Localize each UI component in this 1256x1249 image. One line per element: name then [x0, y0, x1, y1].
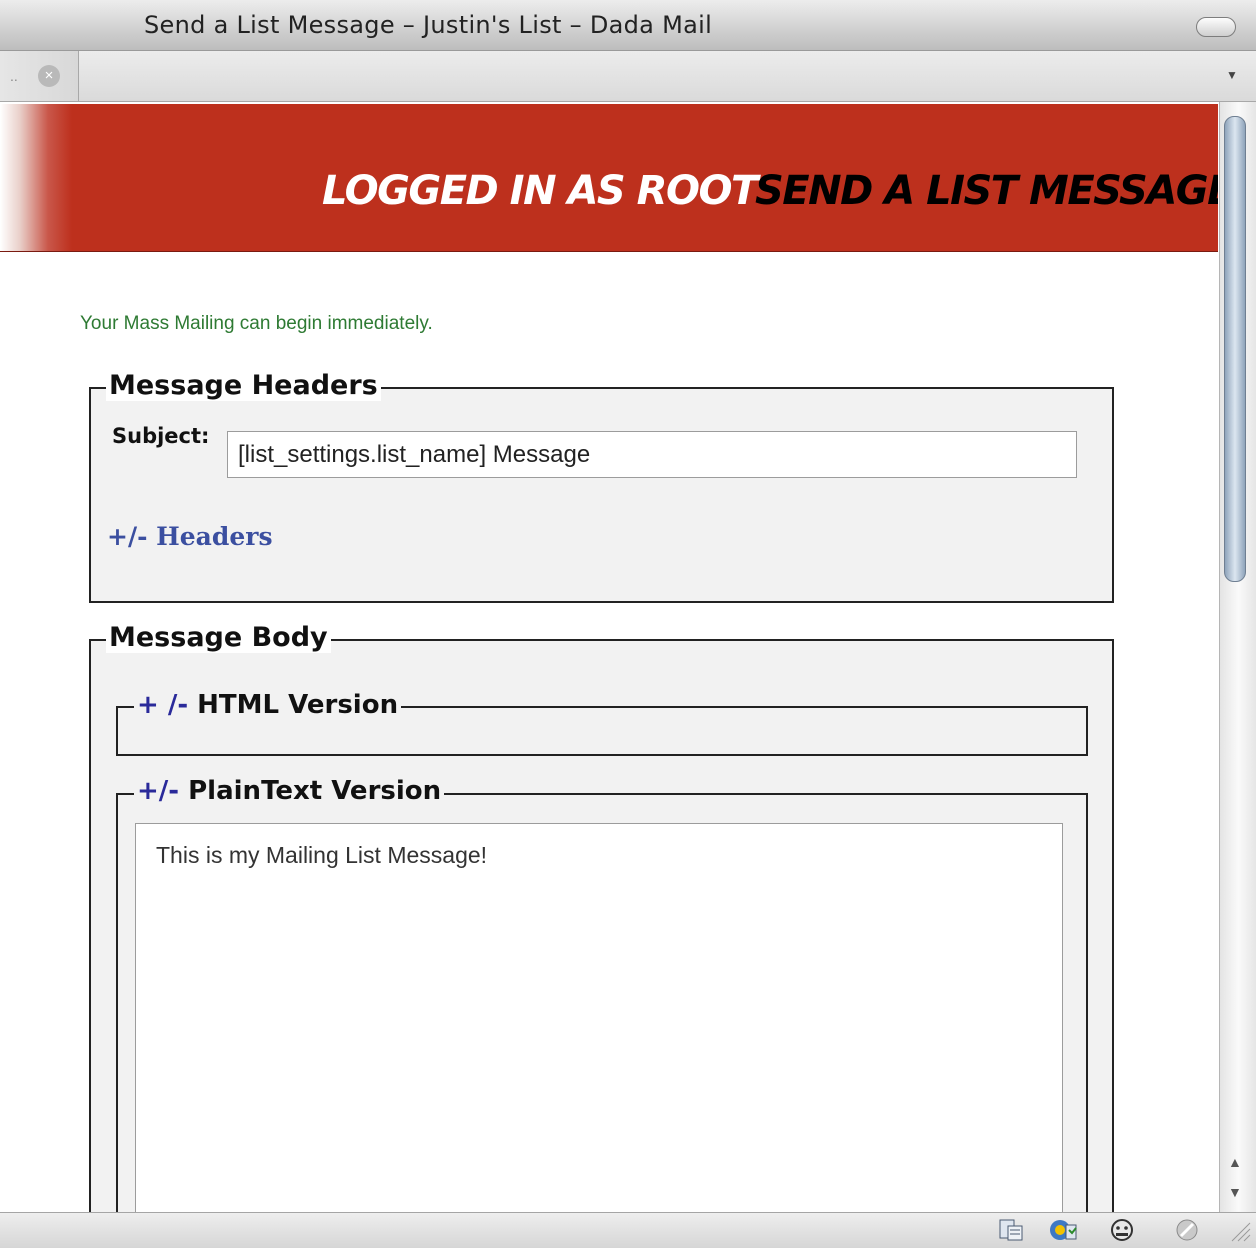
- html-version-legend: + /- HTML Version: [134, 690, 402, 720]
- subject-label: Subject:: [112, 424, 210, 448]
- plaintext-version-toggle[interactable]: +/-: [137, 776, 179, 806]
- window-title-bar: Send a List Message – Justin's List – Da…: [0, 0, 1256, 51]
- html-version-label: HTML Version: [188, 690, 399, 720]
- plaintext-body-textarea[interactable]: This is my Mailing List Message!: [135, 823, 1063, 1212]
- browser-tab[interactable]: .. ×: [0, 51, 79, 101]
- page-icon[interactable]: [997, 1217, 1025, 1243]
- face-icon[interactable]: [1108, 1217, 1136, 1243]
- message-headers-fieldset: [89, 387, 1114, 603]
- status-bar: [0, 1212, 1256, 1248]
- subject-input[interactable]: [227, 431, 1077, 478]
- message-body-legend: Message Body: [106, 622, 331, 653]
- status-notice: Your Mass Mailing can begin immediately.: [80, 313, 433, 334]
- resize-grip-icon[interactable]: [1226, 1217, 1254, 1243]
- sync-icon[interactable]: [1047, 1217, 1077, 1243]
- message-headers-legend: Message Headers: [106, 370, 381, 401]
- tab-close-icon[interactable]: ×: [38, 65, 60, 87]
- vertical-scrollbar[interactable]: ▲ ▼: [1219, 102, 1256, 1212]
- page-viewport: LOGGED IN AS ROOT SEND A LIST MESSAGE Yo…: [0, 102, 1218, 1212]
- plaintext-version-legend: +/- PlainText Version: [134, 776, 445, 806]
- window-title: Send a List Message – Justin's List – Da…: [144, 11, 713, 39]
- tab-list-menu-icon[interactable]: ▼: [1226, 68, 1238, 82]
- scroll-up-arrow-icon[interactable]: ▲: [1228, 1154, 1242, 1170]
- tab-overflow-label: ..: [10, 68, 18, 84]
- scroll-down-arrow-icon[interactable]: ▼: [1228, 1184, 1242, 1200]
- disabled-icon[interactable]: [1173, 1217, 1201, 1243]
- tab-strip: .. × ▼: [0, 51, 1256, 102]
- page-banner: LOGGED IN AS ROOT SEND A LIST MESSAGE: [0, 104, 1218, 252]
- plaintext-version-label: PlainText Version: [179, 776, 442, 806]
- logged-in-label: LOGGED IN AS ROOT: [322, 168, 758, 214]
- toggle-headers-link[interactable]: +/- Headers: [107, 522, 273, 551]
- html-version-toggle[interactable]: + /-: [137, 690, 188, 720]
- screen-title: SEND A LIST MESSAGE: [755, 168, 1218, 214]
- toolbar-toggle-button[interactable]: [1196, 17, 1236, 37]
- scrollbar-thumb[interactable]: [1224, 116, 1246, 582]
